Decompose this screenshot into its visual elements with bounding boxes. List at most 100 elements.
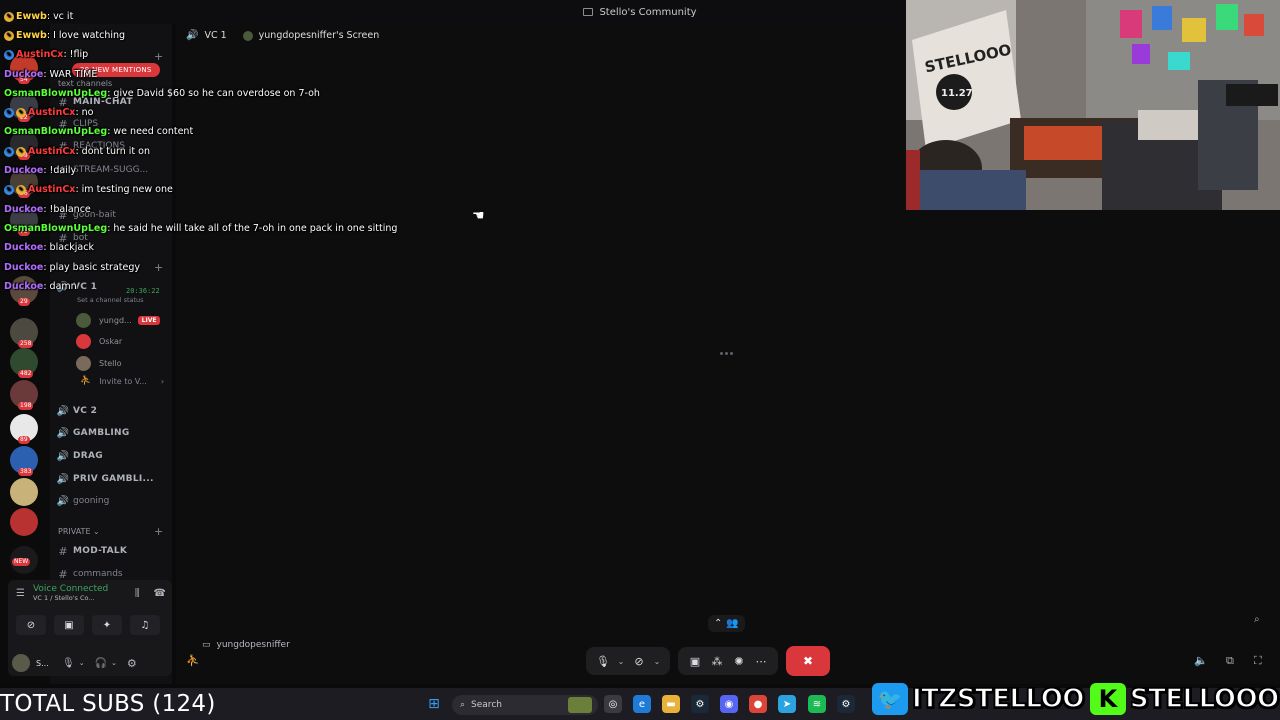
server-icon-11[interactable]: 383 bbox=[10, 446, 38, 476]
new-badge: NEW bbox=[12, 558, 31, 566]
chat-message: ★ ✦ AustinCx: no bbox=[4, 104, 94, 121]
steam-icon[interactable]: ⚙ bbox=[691, 695, 709, 713]
screen-share-icon[interactable]: ▣ bbox=[54, 615, 84, 635]
grid-icon[interactable]: ⁂ bbox=[706, 649, 728, 673]
server-icon-13[interactable] bbox=[10, 508, 38, 536]
chat-user: Duckoe bbox=[4, 281, 44, 292]
avatar bbox=[76, 333, 91, 349]
popout-icon[interactable]: ⧉ bbox=[1226, 654, 1234, 668]
server-icon-9[interactable]: 198 bbox=[10, 380, 38, 410]
voice-channel-gooning[interactable]: 🔊 gooning bbox=[56, 491, 168, 511]
mic-icon[interactable]: 🎙 bbox=[62, 658, 75, 669]
loading-indicator bbox=[720, 352, 733, 355]
windows-icon[interactable]: ⊞ bbox=[425, 695, 443, 713]
call-controls: 🎙 ⌄ ⊘ ⌄ ▣ ⁂ ✺ ⋯ ✖ bbox=[586, 646, 830, 676]
expand-participants-button[interactable]: ⌃ 👥 bbox=[708, 615, 745, 632]
noise-suppression-icon[interactable]: ⫼ bbox=[135, 588, 140, 599]
chat-text: : dont turn it on bbox=[75, 146, 151, 157]
add-user-icon[interactable]: ⛹ bbox=[186, 654, 200, 667]
member-name: Oskar bbox=[99, 336, 123, 346]
channel-label: commands bbox=[73, 569, 123, 579]
voice-channel-gambling[interactable]: 🔊 GAMBLING bbox=[56, 423, 168, 443]
voice-channel-sub[interactable]: VC 1 / Stello's Co... bbox=[33, 594, 135, 602]
headphones-icon[interactable]: 🎧 bbox=[95, 658, 107, 669]
voice-connected-label: Voice Connected bbox=[32, 584, 109, 594]
voice-channel-vc2[interactable]: 🔊 VC 2 bbox=[56, 401, 168, 421]
badge-icon: ★ bbox=[4, 184, 14, 195]
plus-icon[interactable]: + bbox=[154, 525, 163, 538]
telegram-icon[interactable]: ➤ bbox=[778, 695, 796, 713]
channel-label: gooning bbox=[73, 496, 110, 506]
chat-user: OsmanBlownUpLeg bbox=[4, 223, 108, 234]
total-subs-overlay: TOTAL SUBS (124) bbox=[0, 691, 216, 717]
mic-group: 🎙 ⌄ ⊘ ⌄ bbox=[586, 647, 670, 675]
server-icon-7[interactable]: 258 bbox=[10, 318, 38, 348]
speaker-icon: 🔊 bbox=[56, 427, 70, 439]
window-title: Stello's Community bbox=[599, 6, 697, 18]
chevron-down-icon[interactable]: ⌄ bbox=[79, 659, 85, 667]
hash-icon: # bbox=[58, 544, 68, 558]
taskbar-search[interactable]: ⌕ Search bbox=[452, 695, 598, 715]
chat-user: Ewwb bbox=[16, 30, 47, 41]
screen-share-icon[interactable]: ▣ bbox=[684, 649, 706, 673]
channel-mod-talk[interactable]: # MOD-TALK bbox=[56, 541, 168, 561]
soundboard-icon[interactable]: ♫ bbox=[130, 615, 160, 635]
chat-user: Duckoe bbox=[4, 242, 44, 253]
zoom-icon[interactable]: ⌕ bbox=[1254, 614, 1260, 625]
chat-user: AustinCx bbox=[28, 146, 76, 157]
hand-cursor-icon: ☚ bbox=[472, 208, 485, 224]
chat-text: : give David $60 so he can overdose on 7… bbox=[107, 88, 320, 99]
server-icon-8[interactable]: 482 bbox=[10, 348, 38, 378]
avatar[interactable] bbox=[12, 654, 30, 672]
chevron-right-icon: › bbox=[160, 376, 165, 386]
chevron-down-icon[interactable]: ⌄ bbox=[111, 659, 117, 667]
hangup-icon: ✖ bbox=[802, 654, 814, 668]
server-badge: 482 bbox=[18, 370, 34, 378]
voice-connection-panel: ☰ Voice Connected VC 1 / Stello's Co... … bbox=[8, 580, 172, 676]
discord-icon[interactable]: ◉ bbox=[720, 695, 738, 713]
disconnect-icon[interactable]: ☎ bbox=[154, 588, 166, 599]
badge-icon: ✦ bbox=[16, 184, 26, 195]
server-icon-14[interactable]: NEW bbox=[10, 546, 38, 574]
invite-label: Invite to V... bbox=[99, 376, 147, 386]
invite-to-voice[interactable]: ⛹ Invite to V... › bbox=[80, 376, 164, 386]
category-label: PRIVATE bbox=[58, 527, 91, 536]
chevron-down-icon[interactable]: ⌄ bbox=[650, 657, 664, 666]
camera-off-icon[interactable]: ⊘ bbox=[16, 615, 46, 635]
speaker-icon: 🔊 bbox=[56, 450, 70, 462]
steam-icon[interactable]: ⚙ bbox=[837, 695, 855, 713]
channel-label: GAMBLING bbox=[73, 428, 130, 438]
hangup-button[interactable]: ✖ bbox=[786, 646, 830, 676]
chat-message: Duckoe: !daily bbox=[4, 162, 76, 179]
folder-icon[interactable]: ▬ bbox=[662, 695, 680, 713]
effects-icon[interactable]: ✺ bbox=[728, 649, 750, 673]
voice-member[interactable]: Oskar bbox=[76, 332, 122, 350]
volume-icon[interactable]: 🔈 bbox=[1194, 654, 1208, 667]
spotify-icon[interactable]: ≋ bbox=[808, 695, 826, 713]
fullscreen-icon[interactable]: ⛶ bbox=[1254, 654, 1262, 668]
voice-member[interactable]: Stello bbox=[76, 354, 121, 372]
stream-owner-name: yungdopesniffer bbox=[216, 640, 290, 650]
avatar bbox=[76, 355, 91, 371]
search-highlight-image bbox=[568, 697, 592, 713]
taskbar-app-icon[interactable]: ◎ bbox=[604, 695, 622, 713]
camera-off-icon[interactable]: ⊘ bbox=[628, 649, 650, 673]
chat-message: Duckoe: !balance bbox=[4, 201, 91, 218]
badge-icon: ✦ bbox=[16, 107, 26, 118]
avatar bbox=[76, 312, 91, 328]
chat-user: Duckoe bbox=[4, 204, 44, 215]
chevron-down-icon[interactable]: ⌄ bbox=[614, 657, 628, 666]
voice-channel-priv-gambling[interactable]: 🔊 PRIV GAMBLI... bbox=[56, 469, 168, 489]
server-icon-12[interactable] bbox=[10, 478, 38, 506]
voice-channel-drag[interactable]: 🔊 DRAG bbox=[56, 446, 168, 466]
mic-icon[interactable]: 🎙 bbox=[592, 649, 614, 673]
edge-icon[interactable]: e bbox=[633, 695, 651, 713]
settings-icon[interactable]: ⚙ bbox=[127, 657, 137, 670]
activities-icon[interactable]: ✦ bbox=[92, 615, 122, 635]
private-category[interactable]: PRIVATE ⌄ bbox=[58, 527, 100, 536]
more-icon[interactable]: ⋯ bbox=[750, 649, 772, 673]
voice-member[interactable]: yungd... LIVE bbox=[76, 311, 161, 329]
server-icon-10[interactable]: 89 bbox=[10, 414, 38, 444]
channel-label: PRIV GAMBLI... bbox=[73, 474, 154, 484]
chrome-icon[interactable]: ● bbox=[749, 695, 767, 713]
